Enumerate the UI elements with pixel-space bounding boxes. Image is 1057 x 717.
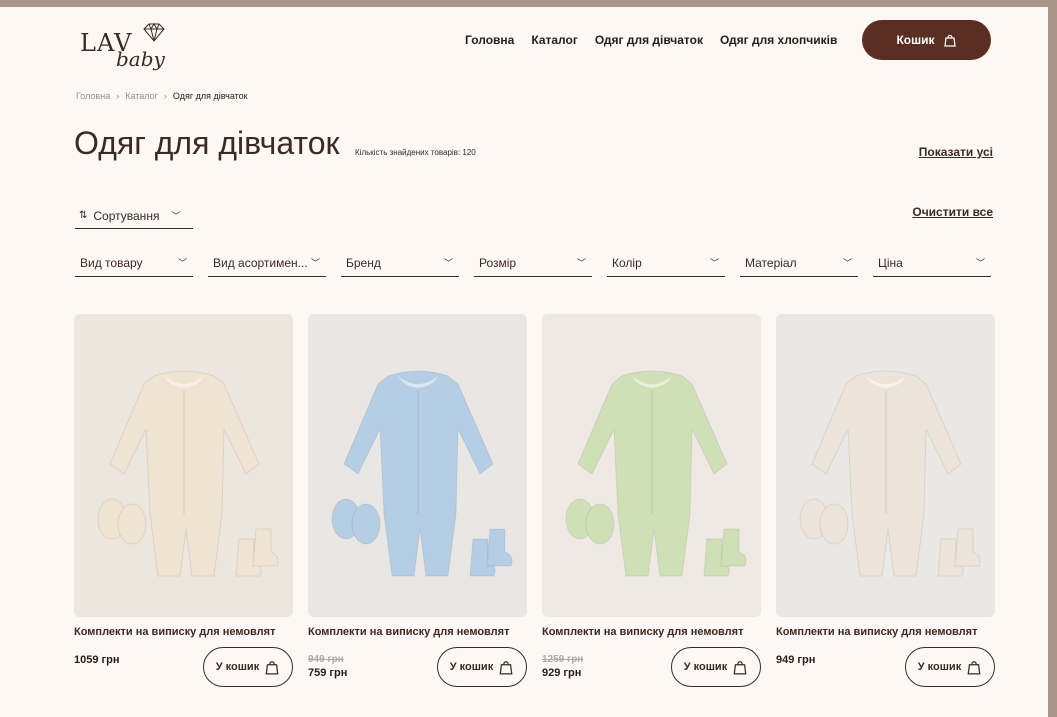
filter-material[interactable]: Матеріал ﹀ [740, 249, 858, 277]
chevron-down-icon: ﹀ [171, 211, 181, 221]
romper-illustration [799, 370, 981, 577]
breadcrumb-current: Одяг для дівчаток [172, 91, 248, 101]
add-to-cart-label: У кошик [215, 661, 260, 673]
product-name[interactable]: Комплекти на виписку для немовлят [308, 626, 509, 638]
breadcrumb-home[interactable]: Головна [76, 91, 110, 101]
filter-bar: Вид товару ﹀ Вид асортимен... ﹀ Бренд ﹀ Роз… [75, 249, 991, 277]
shopping-bag-icon [967, 661, 981, 675]
chevron-down-icon: ﹀ [576, 258, 586, 268]
chevron-down-icon: ﹀ [443, 258, 453, 268]
diamond-icon [143, 23, 165, 42]
product-image[interactable] [542, 314, 761, 617]
shopping-bag-icon [943, 34, 956, 47]
sort-icon: ⇅ [79, 210, 88, 221]
nav-catalog[interactable]: Каталог [531, 33, 578, 47]
filter-label: Колір [612, 255, 642, 270]
shopping-bag-icon [265, 661, 279, 675]
breadcrumb-separator: › [116, 91, 120, 101]
price: 1059 грн [74, 654, 120, 666]
product-name[interactable]: Комплекти на виписку для немовлят [542, 626, 743, 638]
page: LAV baby Головна Каталог Одяг для дівчат… [0, 7, 1048, 717]
breadcrumb: Головна › Каталог › Одяг для дівчаток [76, 91, 248, 101]
clear-all-link[interactable]: Очистити все [912, 205, 993, 219]
page-title: Одяг для дівчаток [74, 125, 340, 161]
product-card: Комплекти на виписку для немовлят 949 гр… [308, 314, 528, 694]
filter-label: Розмір [479, 255, 517, 270]
filter-brand[interactable]: Бренд ﹀ [341, 249, 459, 277]
product-name[interactable]: Комплекти на виписку для немовлят [776, 626, 977, 638]
logo[interactable]: LAV baby [80, 23, 180, 73]
product-image[interactable] [74, 314, 293, 617]
main-nav: Головна Каталог Одяг для дівчаток Одяг д… [465, 33, 837, 47]
product-prices: 949 грн 759 грн [308, 654, 347, 679]
filter-label: Ціна [878, 255, 903, 270]
product-prices: 1059 грн [74, 654, 119, 666]
add-to-cart-button[interactable]: У кошик [203, 647, 293, 687]
filter-product-type[interactable]: Вид товару ﹀ [75, 249, 193, 277]
add-to-cart-button[interactable]: У кошик [671, 647, 761, 687]
filter-label: Матеріал [745, 255, 797, 270]
chevron-down-icon: ﹀ [842, 258, 852, 268]
add-to-cart-button[interactable]: У кошик [437, 647, 527, 687]
product-prices: 1259 грн 929 грн [542, 654, 583, 679]
filter-assortment[interactable]: Вид асортимен... ﹀ [208, 249, 326, 277]
filter-price[interactable]: Ціна ﹀ [873, 249, 991, 277]
product-image[interactable] [776, 314, 995, 617]
nav-home[interactable]: Головна [465, 33, 514, 47]
price: 949 грн [776, 654, 816, 666]
chevron-down-icon: ﹀ [177, 258, 187, 268]
product-grid: Комплекти на виписку для немовлят 1059 г… [74, 314, 996, 694]
add-to-cart-label: У кошик [683, 661, 728, 673]
cart-button[interactable]: Кошик [862, 20, 991, 60]
chevron-down-icon: ﹀ [709, 258, 719, 268]
product-card: Комплекти на виписку для немовлят 1259 г… [542, 314, 762, 694]
breadcrumb-separator: › [163, 91, 167, 101]
product-name[interactable]: Комплекти на виписку для немовлят [74, 626, 275, 638]
results-count: Кількість знайдених товарів: 120 [355, 148, 476, 157]
price: 929 грн [542, 667, 582, 679]
romper-illustration [565, 370, 747, 577]
filter-label: Вид асортимен... [213, 255, 308, 270]
shopping-bag-icon [499, 661, 513, 675]
sort-dropdown[interactable]: ⇅ Сортування ﹀ [75, 203, 193, 229]
romper-illustration [97, 370, 279, 577]
product-prices: 949 грн [776, 654, 815, 666]
logo-script: baby [116, 47, 165, 71]
product-card: Комплекти на виписку для немовлят 1059 г… [74, 314, 294, 694]
add-to-cart-button[interactable]: У кошик [905, 647, 995, 687]
cart-label: Кошик [896, 33, 935, 47]
old-price: 1259 грн [542, 654, 584, 665]
add-to-cart-label: У кошик [917, 661, 962, 673]
old-price: 949 грн [308, 654, 344, 665]
price: 759 грн [308, 667, 348, 679]
romper-illustration [331, 370, 513, 577]
filter-size[interactable]: Розмір ﹀ [474, 249, 592, 277]
product-image[interactable] [308, 314, 527, 617]
chevron-down-icon: ﹀ [975, 258, 985, 268]
sort-label: Сортування [93, 208, 160, 223]
show-all-link[interactable]: Показати усі [919, 145, 993, 159]
shopping-bag-icon [733, 661, 747, 675]
filter-color[interactable]: Колір ﹀ [607, 249, 725, 277]
filter-label: Бренд [346, 255, 381, 270]
breadcrumb-catalog[interactable]: Каталог [125, 91, 158, 101]
chevron-down-icon: ﹀ [310, 258, 320, 268]
add-to-cart-label: У кошик [449, 661, 494, 673]
filter-label: Вид товару [80, 255, 143, 270]
nav-boys[interactable]: Одяг для хлопчиків [720, 33, 837, 47]
product-card: Комплекти на виписку для немовлят 949 гр… [776, 314, 996, 694]
nav-girls[interactable]: Одяг для дівчаток [595, 33, 703, 47]
